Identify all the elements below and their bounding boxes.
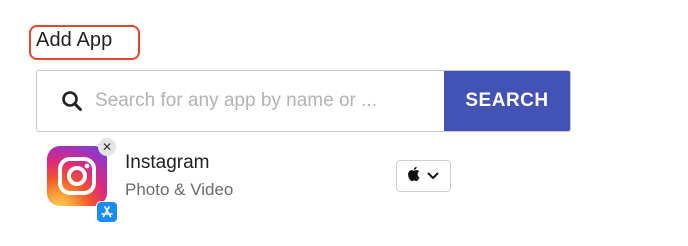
app-store-icon (96, 201, 118, 223)
search-bar: SEARCH (36, 70, 571, 132)
platform-dropdown[interactable] (396, 160, 451, 192)
instagram-icon (47, 146, 107, 206)
page-title: Add App (36, 29, 113, 51)
search-button[interactable]: SEARCH (444, 71, 570, 131)
app-category: Photo & Video (125, 180, 234, 199)
app-name: Instagram (125, 152, 210, 173)
search-input[interactable] (87, 71, 444, 131)
search-icon (37, 71, 87, 131)
close-icon[interactable]: ✕ (98, 138, 116, 156)
apple-icon (408, 166, 421, 186)
app-list-item: ✕ Instagram Photo & Video (46, 138, 466, 223)
chevron-down-icon (427, 167, 439, 185)
